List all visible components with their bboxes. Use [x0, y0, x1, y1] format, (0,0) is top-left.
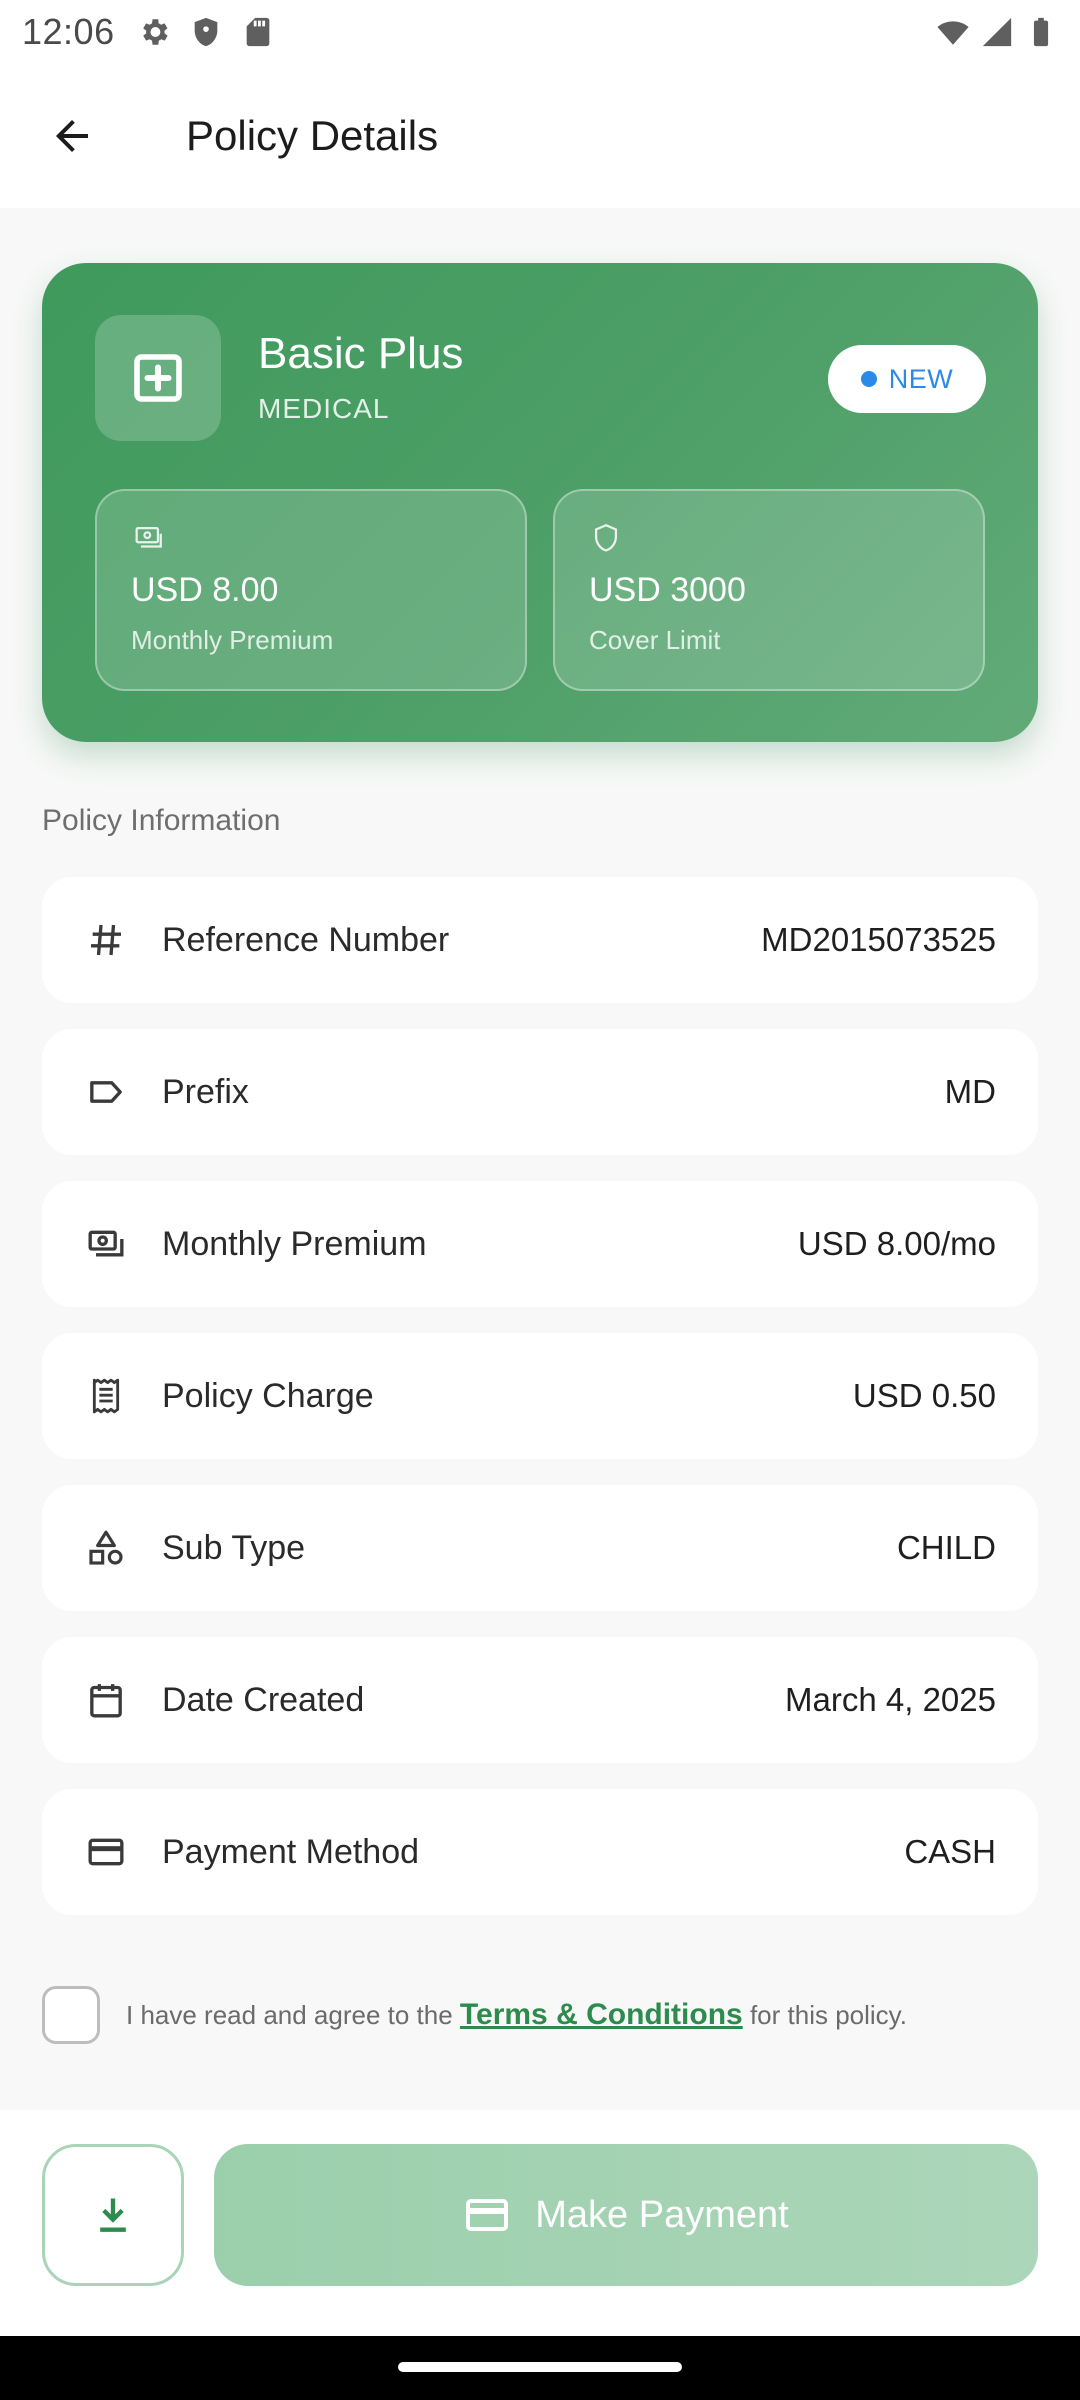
back-button[interactable]: [22, 86, 122, 186]
calendar-icon: [84, 1678, 128, 1722]
page-title: Policy Details: [186, 112, 439, 159]
row-label: Reference Number: [162, 920, 450, 959]
terms-prefix: I have read and agree to the: [126, 2000, 460, 2030]
make-payment-label: Make Payment: [535, 2193, 789, 2236]
policy-summary-card: Basic Plus MEDICAL NEW USD 8.00 Monthly …: [42, 263, 1038, 742]
badge-dot: [860, 371, 877, 387]
make-payment-button[interactable]: Make Payment: [214, 2144, 1038, 2286]
badge-label: NEW: [888, 363, 954, 394]
section-title: Policy Information: [42, 804, 281, 837]
row-label: Payment Method: [162, 1832, 420, 1871]
terms-link[interactable]: Terms & Conditions: [460, 1998, 743, 2031]
wifi-icon: [937, 21, 969, 45]
policy-charge-row: Policy Charge USD 0.50: [42, 1333, 1038, 1459]
credit-card-icon: [84, 1830, 128, 1874]
monthly-premium-stat: USD 8.00 Monthly Premium: [95, 489, 527, 691]
arrow-back-icon: [56, 120, 88, 152]
status-icons-right: [936, 15, 1058, 49]
hash-icon: [84, 918, 128, 962]
stat-value: USD 8.00: [131, 571, 279, 609]
home-gesture-handle[interactable]: [398, 2362, 682, 2372]
shield-icon: [594, 524, 618, 552]
sd-card-icon: [246, 17, 269, 47]
status-icons-left: [137, 15, 275, 49]
plan-category: MEDICAL: [258, 393, 390, 424]
stat-label: Monthly Premium: [131, 625, 334, 655]
row-value: CASH: [904, 1833, 996, 1870]
prefix-row: Prefix MD: [42, 1029, 1038, 1155]
row-label: Policy Charge: [162, 1376, 374, 1415]
signal-icon: [982, 17, 1012, 47]
terms-agreement: I have read and agree to the Terms & Con…: [42, 1986, 907, 2044]
row-value: March 4, 2025: [785, 1681, 996, 1718]
category-icon: [84, 1526, 128, 1570]
medical-icon-box: [95, 315, 221, 441]
row-value: MD2015073525: [761, 921, 996, 958]
app-bar: Policy Details: [0, 64, 1080, 208]
stat-label: Cover Limit: [589, 625, 721, 655]
receipt-icon: [84, 1374, 128, 1418]
row-label: Date Created: [162, 1680, 365, 1719]
row-label: Sub Type: [162, 1528, 306, 1567]
download-icon: [100, 2198, 126, 2232]
reference-number-row: Reference Number MD2015073525: [42, 877, 1038, 1003]
sub-type-row: Sub Type CHILD: [42, 1485, 1038, 1611]
payment-method-row: Payment Method CASH: [42, 1789, 1038, 1915]
gesture-nav-bar: [0, 2336, 1080, 2400]
battery-icon: [1033, 17, 1049, 47]
medical-plus-icon: [134, 354, 182, 402]
terms-checkbox[interactable]: [42, 1986, 100, 2044]
row-value: USD 0.50: [852, 1377, 996, 1414]
status-time: 12:06: [22, 11, 115, 52]
row-label: Prefix: [162, 1072, 249, 1111]
terms-suffix: for this policy.: [742, 2000, 907, 2030]
bottom-action-bar: Make Payment: [0, 2110, 1080, 2336]
settings-icon: [142, 19, 168, 45]
row-label: Monthly Premium: [162, 1224, 427, 1263]
row-value: MD: [944, 1073, 996, 1110]
monthly-premium-row: Monthly Premium USD 8.00/mo: [42, 1181, 1038, 1307]
download-button[interactable]: [42, 2144, 184, 2286]
status-bar: 12:06: [0, 0, 1080, 64]
row-value: CHILD: [896, 1529, 996, 1566]
cash-icon: [135, 526, 162, 548]
cash-icon: [84, 1222, 128, 1266]
row-value: USD 8.00/mo: [797, 1225, 996, 1262]
cover-limit-stat: USD 3000 Cover Limit: [553, 489, 985, 691]
plan-name: Basic Plus: [258, 329, 464, 378]
stat-value: USD 3000: [589, 571, 746, 609]
date-created-row: Date Created March 4, 2025: [42, 1637, 1038, 1763]
terms-text: I have read and agree to the Terms & Con…: [126, 1998, 907, 2032]
shield-icon: [194, 17, 217, 47]
label-icon: [84, 1070, 128, 1114]
status-badge: NEW: [828, 345, 986, 413]
credit-card-icon: [466, 2199, 509, 2231]
